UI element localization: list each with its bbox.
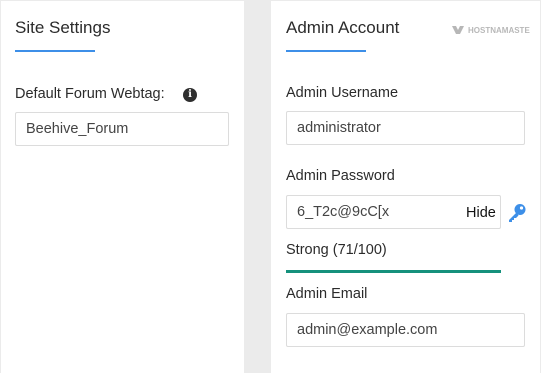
install-settings-page: Site Settings Default Forum Webtag: i Be… (0, 0, 541, 373)
forum-webtag-input[interactable]: Beehive_Forum (15, 112, 229, 146)
admin-account-title-underline (286, 50, 366, 52)
admin-email-label: Admin Email (286, 286, 368, 302)
forum-webtag-label: Default Forum Webtag: (15, 86, 165, 102)
hide-password-toggle[interactable]: Hide (466, 205, 496, 221)
admin-account-panel: Admin Account HOSTNAMASTE Admin Username… (271, 1, 540, 373)
hostnamaste-watermark-logo: HOSTNAMASTE (451, 23, 530, 37)
site-settings-title: Site Settings (15, 18, 111, 37)
site-settings-title-underline (15, 50, 95, 52)
info-icon[interactable]: i (183, 88, 197, 102)
password-strength-bar (286, 270, 501, 273)
admin-username-input[interactable]: administrator (286, 111, 525, 145)
password-strength-text: Strong (71/100) (286, 242, 387, 258)
key-icon[interactable] (506, 202, 528, 224)
site-settings-panel: Site Settings Default Forum Webtag: i Be… (1, 1, 244, 373)
admin-password-label: Admin Password (286, 168, 395, 184)
admin-account-title: Admin Account (286, 18, 400, 37)
watermark-text: HOSTNAMASTE (468, 25, 530, 35)
admin-username-label: Admin Username (286, 85, 399, 101)
watermark-logo-icon (452, 26, 464, 34)
admin-email-input[interactable]: admin@example.com (286, 313, 525, 347)
